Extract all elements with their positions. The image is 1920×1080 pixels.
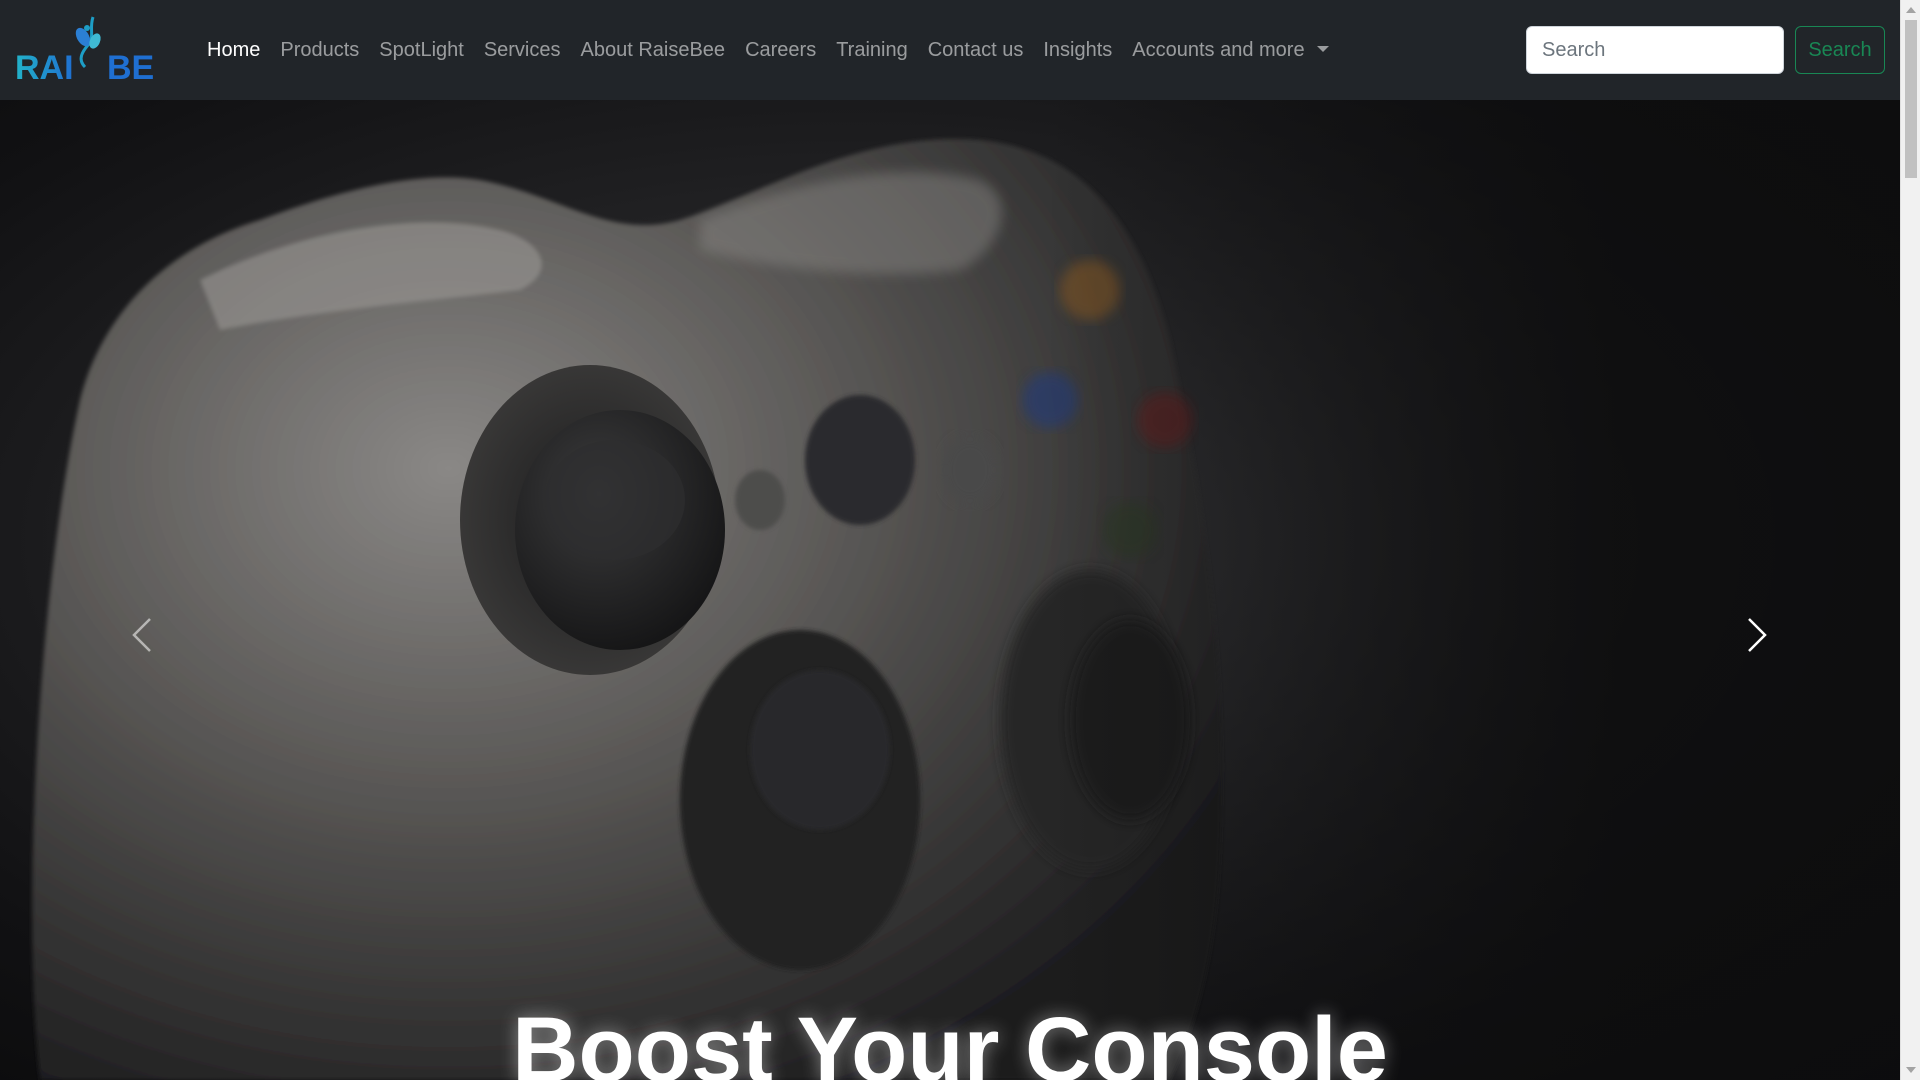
raisebee-logo-icon: RAI BE: [15, 16, 154, 85]
scroll-up-icon[interactable]: [1906, 7, 1916, 13]
nav-contact[interactable]: Contact us: [918, 0, 1034, 100]
chevron-right-icon: [1748, 618, 1767, 652]
nav-careers[interactable]: Careers: [735, 0, 826, 100]
scroll-down-icon[interactable]: [1906, 1067, 1916, 1073]
nav-about[interactable]: About RaiseBee: [571, 0, 736, 100]
carousel-prev-button[interactable]: [112, 595, 172, 675]
chevron-left-icon: [132, 618, 151, 652]
game-controller-image: [0, 100, 1900, 1080]
main-nav: Home Products SpotLight Services About R…: [197, 0, 1339, 100]
search-form: Search: [1526, 26, 1885, 74]
nav-accounts-label: Accounts and more: [1132, 39, 1305, 61]
nav-accounts-dropdown[interactable]: Accounts and more: [1122, 0, 1338, 100]
brand-logo[interactable]: RAI BE: [15, 10, 175, 90]
scrollbar-thumb[interactable]: [1905, 20, 1917, 178]
hero-carousel: Boost Your Console: [0, 100, 1900, 1080]
nav-spotlight[interactable]: SpotLight: [369, 0, 474, 100]
page: RAI BE Home Products SpotLight Services …: [0, 0, 1900, 1080]
page-scrollbar[interactable]: [1900, 0, 1920, 1080]
nav-products[interactable]: Products: [270, 0, 369, 100]
hero-caption: Boost Your Console: [512, 999, 1388, 1080]
nav-training[interactable]: Training: [826, 0, 918, 100]
nav-services[interactable]: Services: [474, 0, 571, 100]
caret-down-icon: [1316, 46, 1329, 52]
nav-insights[interactable]: Insights: [1033, 0, 1122, 100]
carousel-next-button[interactable]: [1727, 595, 1787, 675]
navbar: RAI BE Home Products SpotLight Services …: [0, 0, 1900, 100]
logo-wordmark: RAI: [15, 49, 74, 85]
search-button[interactable]: Search: [1795, 26, 1885, 74]
svg-text:BE: BE: [107, 49, 154, 85]
search-input[interactable]: [1526, 26, 1784, 74]
nav-home[interactable]: Home: [197, 0, 270, 100]
